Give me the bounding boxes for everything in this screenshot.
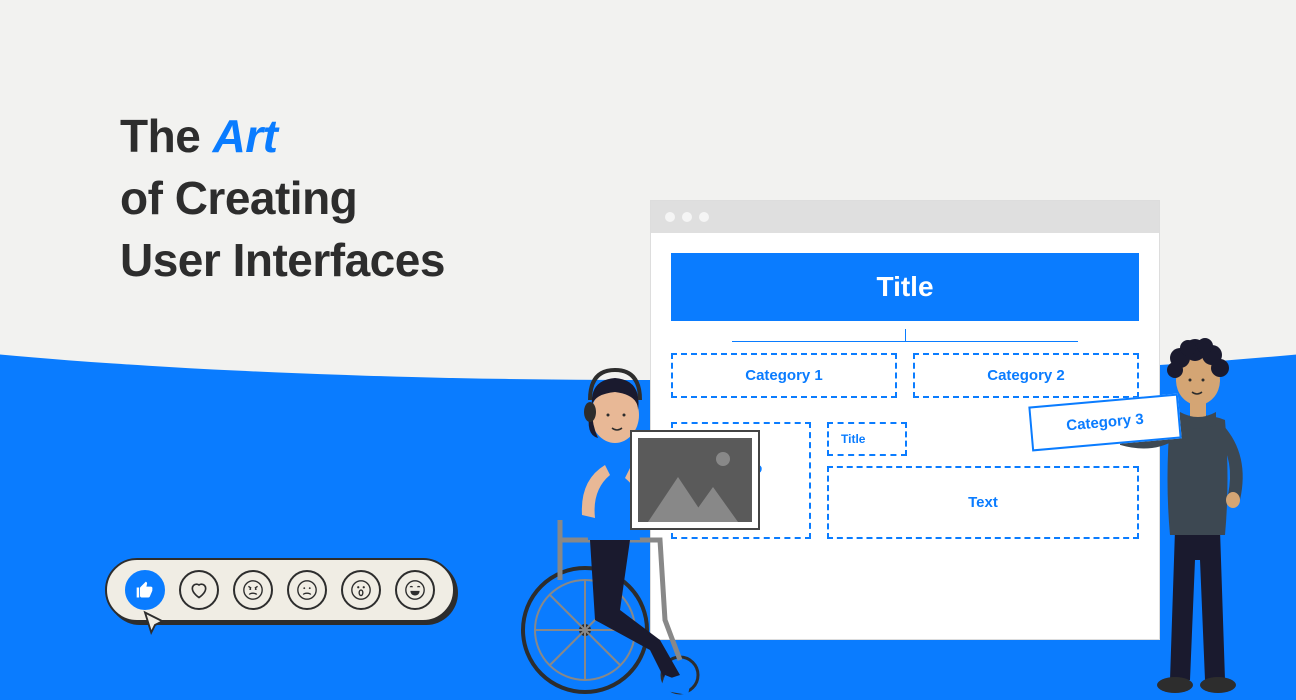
wireframe-text-block: Text — [827, 466, 1139, 539]
wireframe-small-title: Title — [827, 422, 907, 456]
window-control-dot — [682, 212, 692, 222]
image-placeholder-icon — [638, 438, 752, 522]
thumbs-up-icon — [135, 580, 155, 600]
wow-face-icon — [350, 579, 372, 601]
window-control-dot — [699, 212, 709, 222]
reaction-wow[interactable] — [341, 570, 381, 610]
reaction-sad[interactable] — [287, 570, 327, 610]
heading-part3: User Interfaces — [120, 234, 445, 286]
angry-face-icon — [242, 579, 264, 601]
browser-titlebar — [651, 201, 1159, 233]
wireframe-category-2: Category 2 — [913, 353, 1139, 398]
reaction-love[interactable] — [179, 570, 219, 610]
page-title: The Art of Creating User Interfaces — [120, 105, 445, 291]
heading-part2: of Creating — [120, 172, 357, 224]
reaction-angry[interactable] — [233, 570, 273, 610]
cursor-icon — [140, 610, 170, 640]
heading-accent: Art — [213, 110, 278, 162]
person-standing-illustration — [1120, 320, 1280, 700]
reaction-laugh[interactable] — [395, 570, 435, 610]
reaction-like[interactable] — [125, 570, 165, 610]
sad-face-icon — [296, 579, 318, 601]
heading-part1: The — [120, 110, 213, 162]
heart-icon — [189, 580, 209, 600]
wireframe-title-block: Title — [671, 253, 1139, 321]
window-control-dot — [665, 212, 675, 222]
image-placeholder-card — [630, 430, 760, 530]
laugh-face-icon — [404, 579, 426, 601]
